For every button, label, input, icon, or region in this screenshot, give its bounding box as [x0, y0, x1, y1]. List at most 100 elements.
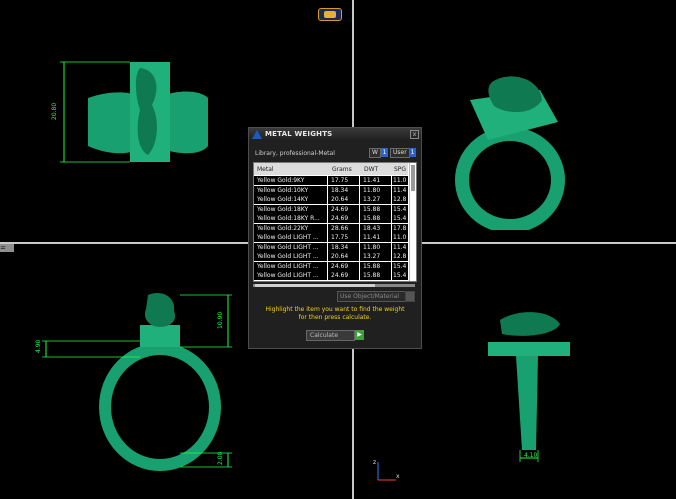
- cell-metal: Yellow Gold LIGHT ...: [257, 272, 319, 279]
- table-row[interactable]: Yellow Gold:14KY 20.64 13.27 12.8: [254, 195, 408, 204]
- horizontal-scrollbar[interactable]: [253, 284, 415, 287]
- metal-table[interactable]: Metal Grams DWT SPG Yellow Gold:9KY 17.75…: [253, 162, 417, 282]
- side-tab[interactable]: =: [0, 244, 14, 252]
- close-icon[interactable]: x: [410, 130, 419, 139]
- x-axis-label: x: [396, 473, 400, 480]
- viewport-top-right[interactable]: [440, 60, 580, 230]
- use-object-material-field[interactable]: Use Object/Material: [337, 291, 407, 302]
- cell-metal: Yellow Gold LIGHT ...: [257, 234, 319, 241]
- cell-grams: 17.75: [331, 177, 349, 184]
- dimension-label-top: 10.90: [217, 312, 224, 329]
- cell-metal: Yellow Gold:18KY: [257, 205, 309, 213]
- table-row[interactable]: Yellow Gold:18KY R... 24.69 15.88 15.4: [254, 214, 408, 223]
- scrollbar-thumb[interactable]: [411, 165, 415, 191]
- cell-dwt: 11.41: [363, 234, 381, 241]
- cell-grams: 17.75: [331, 234, 349, 241]
- cell-grams: 24.69: [331, 262, 349, 270]
- table-row[interactable]: Yellow Gold LIGHT ... 17.75 11.41 11.0: [254, 233, 408, 242]
- cell-spg: 12.8: [393, 196, 407, 203]
- cell-dwt: 11.80: [363, 186, 381, 194]
- cell-spg: 17.8: [393, 224, 407, 232]
- cell-dwt: 13.27: [363, 253, 381, 260]
- cell-grams: 24.69: [331, 205, 349, 213]
- app-logo-icon: [252, 130, 262, 139]
- dimension-label: 4.10: [524, 452, 538, 459]
- cell-grams: 18.34: [331, 243, 349, 251]
- z-axis-label: z: [373, 459, 376, 466]
- cell-spg: 15.4: [393, 272, 407, 279]
- table-header: Metal Grams DWT SPG: [254, 163, 408, 175]
- cell-grams: 28.66: [331, 224, 349, 232]
- cell-metal: Yellow Gold:10KY: [257, 186, 309, 194]
- ring-side-view: 4.10: [488, 312, 570, 462]
- cell-metal: Yellow Gold LIGHT ...: [257, 253, 319, 260]
- cell-grams: 20.64: [331, 196, 349, 203]
- table-row[interactable]: Yellow Gold LIGHT ... 20.64 13.27 12.8: [254, 252, 408, 261]
- axis-gizmo: z x: [372, 458, 402, 484]
- cell-metal: Yellow Gold LIGHT ...: [257, 243, 319, 251]
- table-row[interactable]: Yellow Gold:10KY 18.34 11.80 11.4: [254, 185, 408, 195]
- cell-dwt: 15.88: [363, 215, 381, 222]
- dimension-label-bottom: 2.00: [217, 451, 224, 465]
- cell-dwt: 15.88: [363, 272, 381, 279]
- table-row[interactable]: Yellow Gold:22KY 28.66 18.43 17.8: [254, 223, 408, 233]
- cell-spg: 11.4: [393, 186, 407, 194]
- dimension-label-mid: 4.90: [35, 339, 42, 353]
- viewport-bottom-right[interactable]: 4.10: [480, 300, 580, 470]
- column-header-spg[interactable]: SPG: [394, 166, 406, 173]
- instruction-line-2: for then press calculate.: [298, 314, 372, 321]
- cell-dwt: 18.43: [363, 224, 381, 232]
- library-label: Library, professional-Metal: [255, 150, 335, 157]
- ring-top-view: 20.80: [51, 61, 208, 163]
- dialog-title-bar[interactable]: METAL WEIGHTS x: [249, 128, 421, 141]
- column-header-grams[interactable]: Grams: [332, 166, 352, 173]
- table-row[interactable]: Yellow Gold LIGHT ... 24.69 15.88 15.4: [254, 261, 408, 271]
- cell-spg: 15.4: [393, 205, 407, 213]
- cell-grams: 20.64: [331, 253, 349, 260]
- unit-user-field[interactable]: User: [390, 148, 410, 158]
- use-object-dropdown-button[interactable]: [405, 291, 415, 302]
- play-icon[interactable]: ▶: [355, 330, 364, 340]
- table-row[interactable]: Yellow Gold:9KY 17.75 11.41 11.0: [254, 176, 408, 185]
- calculate-field[interactable]: Calculate: [306, 330, 355, 341]
- app-logo-icon[interactable]: [318, 8, 342, 21]
- instruction-text: Highlight the item you want to find the …: [255, 306, 415, 322]
- cell-spg: 11.4: [393, 243, 407, 251]
- column-header-metal[interactable]: Metal: [257, 166, 274, 173]
- ring-perspective-view: [455, 76, 565, 230]
- column-header-dwt[interactable]: DWT: [364, 166, 378, 173]
- cell-metal: Yellow Gold LIGHT ...: [257, 262, 319, 270]
- cell-spg: 15.4: [393, 262, 407, 270]
- viewport-top-left[interactable]: 20.80: [40, 50, 240, 180]
- unit-user-button[interactable]: 1: [409, 148, 416, 157]
- cell-metal: Yellow Gold:14KY: [257, 196, 309, 203]
- cell-metal: Yellow Gold:18KY R...: [257, 215, 320, 222]
- cell-grams: 24.69: [331, 215, 349, 222]
- table-row[interactable]: Yellow Gold LIGHT ... 24.69 15.88 15.4: [254, 271, 408, 280]
- cell-spg: 11.0: [393, 177, 407, 184]
- dialog-title: METAL WEIGHTS: [265, 130, 333, 138]
- cell-spg: 11.0: [393, 234, 407, 241]
- cell-dwt: 15.88: [363, 205, 381, 213]
- dimension-label: 20.80: [51, 103, 58, 120]
- cell-dwt: 15.88: [363, 262, 381, 270]
- viewport-bottom-left[interactable]: 10.90 4.90 2.00: [30, 285, 250, 475]
- cell-dwt: 11.41: [363, 177, 381, 184]
- cell-metal: Yellow Gold:9KY: [257, 177, 305, 184]
- table-row[interactable]: Yellow Gold:18KY 24.69 15.88 15.4: [254, 204, 408, 214]
- ring-front-view: 10.90 4.90 2.00: [35, 292, 232, 471]
- cell-dwt: 11.80: [363, 243, 381, 251]
- cell-grams: 18.34: [331, 186, 349, 194]
- cell-metal: Yellow Gold:22KY: [257, 224, 309, 232]
- unit-weight-field[interactable]: W: [369, 148, 381, 158]
- metal-weights-dialog[interactable]: METAL WEIGHTS x Library, professional-Me…: [248, 127, 422, 349]
- cell-spg: 15.4: [393, 215, 407, 222]
- cell-spg: 12.8: [393, 253, 407, 260]
- table-scrollbar[interactable]: [409, 163, 416, 281]
- cell-grams: 24.69: [331, 272, 349, 279]
- instruction-line-1: Highlight the item you want to find the …: [265, 306, 405, 313]
- unit-weight-button[interactable]: 1: [381, 148, 388, 157]
- cell-dwt: 13.27: [363, 196, 381, 203]
- table-row[interactable]: Yellow Gold LIGHT ... 18.34 11.80 11.4: [254, 242, 408, 252]
- side-tab-label: =: [0, 244, 6, 252]
